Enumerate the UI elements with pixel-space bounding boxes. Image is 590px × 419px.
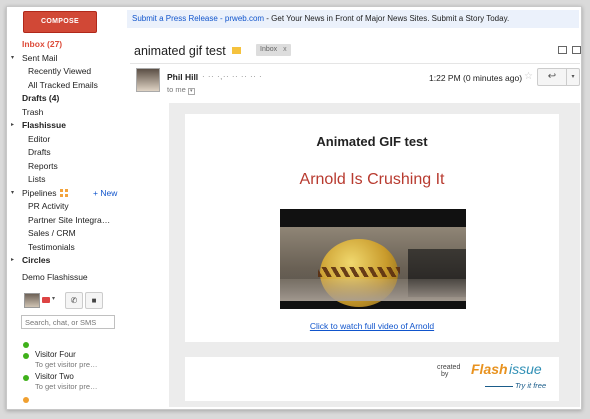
main-pane: Submit a Press Release - prweb.com - Get… [127,7,581,409]
details-chevron-icon[interactable]: ▾ [187,88,195,95]
watch-video-link[interactable]: Click to watch full video of Arnold [185,321,559,331]
nav-item[interactable]: Drafts [7,146,125,160]
user-avatar[interactable] [24,293,40,308]
email-subtitle: Arnold Is Crushing It [299,171,445,188]
chat-search-input[interactable] [21,315,115,329]
new-window-icon[interactable] [572,46,581,54]
nav-item-label: Drafts [28,147,51,157]
created-by-text: created by [437,364,461,378]
gmail-window: COMPOSE Inbox (27) ▾ Sent Mail Recently Vie… [6,6,582,410]
nav-item[interactable]: Partner Site Integra… [7,214,125,228]
star-icon[interactable]: ☆ [524,71,533,82]
nav-item[interactable]: ▾ Sent Mail [7,52,125,66]
nav-item[interactable]: Reports [7,160,125,174]
nav-item-label: Recently Viewed [28,66,92,76]
divider [130,63,580,64]
arrow-underline [485,386,513,387]
nav-item-label: Circles [22,255,51,265]
online-status-icon [23,342,29,348]
nav-item-label: Lists [28,174,46,184]
nav-item-label: Sales / CRM [28,228,76,238]
expand-arrow-icon[interactable]: ▸ [11,119,14,133]
sender-name[interactable]: Phil Hill [167,72,198,82]
compose-button[interactable]: COMPOSE [23,11,97,33]
inbox-label[interactable]: Inbox x [256,44,291,56]
nav-item-label: Reports [28,160,58,171]
expand-arrow-icon[interactable]: ▾ [11,187,14,201]
nav-item-label: Partner Site Integra… [28,214,111,225]
nav-item[interactable]: ▸ Flashissue [7,119,125,133]
away-status-icon [23,397,29,403]
nav-item-label: Editor [28,133,51,144]
nav-item[interactable]: Editor [7,133,125,147]
video-call-icon[interactable]: ■ [85,292,103,309]
flashissue-logo-issue[interactable]: issue [509,361,542,377]
message-time: 1:22 PM (0 minutes ago) [429,73,523,83]
thread-subject: animated gif test [134,44,226,58]
importance-marker-icon[interactable] [232,47,241,54]
mail-nav: Inbox (27) ▾ Sent Mail Recently Viewed All T… [7,38,125,284]
ad-banner: Submit a Press Release - prweb.com - Get… [127,10,579,28]
try-it-free-link[interactable]: Try it free [515,381,546,390]
nav-item-label: Flashissue [22,120,66,130]
nav-item[interactable]: Inbox (27) [7,38,125,52]
nav-item-label: Trash [22,106,44,117]
nav-item-label: PR Activity [28,201,69,211]
nav-item[interactable]: Sales / CRM [7,227,125,241]
contact-status: To get visitor pre… [35,382,98,391]
reply-button[interactable]: ↩ [537,68,567,86]
nav-item[interactable]: Testimonials [7,241,125,255]
gif-dust [280,279,466,301]
more-actions-button[interactable]: ▾ [566,68,580,86]
phone-icon[interactable]: ✆ [65,292,83,309]
nav-item-label: Pipelines [22,187,57,198]
nav-item-label: All Tracked Emails [28,79,98,90]
nav-item-label: Inbox (27) [22,39,63,49]
nav-item[interactable]: PR Activity [7,200,125,214]
contact-name: Visitor Four [35,350,76,359]
chat-toolbar: ▾ ✆ ■ [21,291,115,311]
left-sidebar: COMPOSE Inbox (27) ▾ Sent Mail Recently Vie… [7,7,125,409]
new-pipeline-link[interactable]: + New [93,187,117,201]
nav-item[interactable]: Drafts (4) [7,92,125,106]
nav-item[interactable]: ▾ Pipelines + New [7,187,125,201]
ad-link[interactable]: Submit a Press Release - prweb.com [132,14,264,23]
email-content-card: Animated GIF test Arnold Is Crushing It … [185,114,559,342]
nav-item[interactable]: Demo Flashissue [7,271,125,285]
sender-email: · ·· ·,·· ·· ·· ·· · [202,72,263,81]
recipient-text: to me [167,85,186,94]
online-status-icon [23,353,29,359]
nav-item-label: Sent Mail [22,52,58,63]
nav-item[interactable]: Recently Viewed [7,65,125,79]
gif-ball-stripe [318,267,400,277]
nav-item-label: Demo Flashissue [22,271,88,282]
flashissue-logo-flash[interactable]: Flash [471,361,508,377]
nav-item[interactable]: ▸ Circles [7,254,125,268]
sender-avatar[interactable] [136,68,160,92]
contact-name: Visitor Two [35,372,74,381]
inbox-label-text: Inbox [260,46,278,53]
recipient-line[interactable]: to me ▾ [167,85,195,95]
expand-arrow-icon[interactable]: ▾ [11,52,14,66]
nav-item[interactable]: All Tracked Emails [7,79,125,93]
nav-item-label: Drafts (4) [22,93,60,103]
online-status-icon [23,375,29,381]
nav-item[interactable]: Lists [7,173,125,187]
animated-gif-image[interactable] [280,209,466,309]
video-status-icon[interactable] [42,297,50,303]
nav-item[interactable]: Trash [7,106,125,120]
ad-text: - Get Your News in Front of Major News S… [264,14,510,23]
email-title: Animated GIF test [316,134,428,149]
print-icon[interactable] [558,46,567,54]
email-footer-card: created by Flash issue Try it free [185,357,559,401]
contact-status: To get visitor pre… [35,360,98,369]
remove-label-icon[interactable]: x [283,46,287,53]
nav-item-label: Testimonials [28,241,75,252]
expand-arrow-icon[interactable]: ▸ [11,254,14,268]
status-dropdown-icon[interactable]: ▾ [52,295,55,302]
pipelines-grid-icon[interactable] [59,188,69,197]
